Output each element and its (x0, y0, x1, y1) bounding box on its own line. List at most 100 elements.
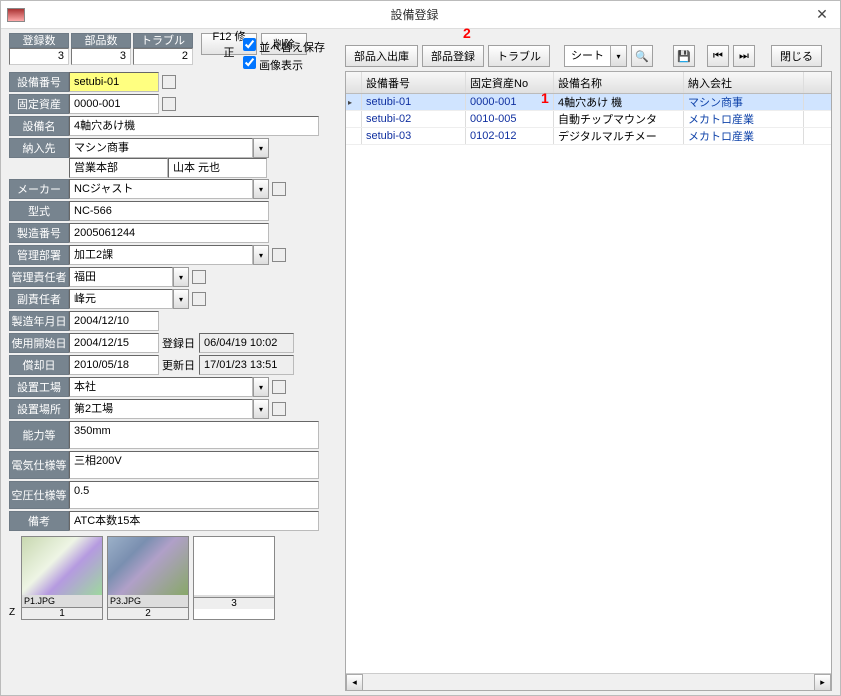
main-window: 設備登録 ✕ 1 2 登録数3 部品数3 トラブル2 F12 修正 削除 並べ替… (0, 0, 841, 696)
maker-input[interactable]: NCジャスト (69, 179, 253, 199)
window-title: 設備登録 (25, 6, 804, 23)
mgmt-dept-btn[interactable] (272, 248, 286, 262)
stat-parts-label: 部品数 (71, 33, 131, 48)
titlebar: 設備登録 ✕ (1, 1, 840, 29)
model-label: 型式 (9, 201, 69, 221)
equip-name-input[interactable]: 4軸穴あけ機 (69, 116, 319, 136)
elec-input[interactable]: 三相200V (69, 451, 319, 479)
thumb-3[interactable]: 3 (193, 536, 275, 620)
chevron-down-icon[interactable]: ▾ (610, 46, 626, 66)
grid-row-selector-header[interactable] (346, 72, 362, 93)
capacity-label: 能力等 (9, 421, 69, 449)
equip-name-label: 設備名 (9, 116, 69, 136)
asset-no-label: 固定資産No (9, 94, 69, 114)
capacity-input[interactable]: 350mm (69, 421, 319, 449)
parts-io-button[interactable]: 部品入出庫 (345, 45, 418, 67)
dest-input[interactable]: マシン商事 (69, 138, 253, 158)
table-row[interactable]: setubi-010000-0014軸穴あけ 機マシン商事 (346, 94, 831, 111)
sort-save-checkbox[interactable]: 並べ替え保存 (243, 38, 325, 56)
equip-no-btn[interactable] (162, 75, 176, 89)
left-panel: 登録数3 部品数3 トラブル2 F12 修正 削除 並べ替え保存 画像表示 設備… (1, 29, 345, 695)
mgmt-dept-dropdown-icon[interactable]: ▾ (253, 245, 269, 265)
asset-no-btn[interactable] (162, 97, 176, 111)
table-row[interactable]: setubi-030102-012デジタルマルチメーメカトロ産業 (346, 128, 831, 145)
loc-input[interactable]: 第2工場 (69, 399, 253, 419)
regdate-value: 06/04/19 10:02 (199, 333, 294, 353)
person-input[interactable]: 山本 元也 (168, 158, 267, 178)
model-input[interactable]: NC-566 (69, 201, 269, 221)
loc-label: 設置場所 (9, 399, 69, 419)
equip-no-label: 設備番号 (9, 72, 69, 92)
save-icon[interactable]: 💾 (673, 45, 695, 67)
mfgno-input[interactable]: 2005061244 (69, 223, 269, 243)
marker-1: 1 (541, 90, 549, 106)
grid-body: setubi-010000-0014軸穴あけ 機マシン商事 setubi-020… (346, 94, 831, 673)
mgmt-dept-label: 管理部署 (9, 245, 69, 265)
remarks-label: 備考 (9, 511, 69, 531)
right-panel: 部品入出庫 部品登録 トラブル シート▾ 🔍 💾 ⏮ ⏭ 閉じる (345, 29, 840, 695)
plant-dropdown-icon[interactable]: ▾ (253, 377, 269, 397)
maker-label: メーカー (9, 179, 69, 199)
grid-header-equipno[interactable]: 設備番号 (362, 72, 466, 93)
mgr-dropdown-icon[interactable]: ▾ (173, 267, 189, 287)
stat-parts-value: 3 (71, 48, 131, 65)
parts-reg-button[interactable]: 部品登録 (422, 45, 484, 67)
plant-label: 設置工場 (9, 377, 69, 397)
usestart-label: 使用開始日 (9, 333, 69, 353)
scroll-left-icon[interactable]: ◂ (346, 674, 363, 691)
upddate-value: 17/01/23 13:51 (199, 355, 294, 375)
stat-count-value: 3 (9, 48, 69, 65)
equip-no-input[interactable]: setubi-01 (69, 72, 159, 92)
asset-no-input[interactable]: 0000-001 (69, 94, 159, 114)
data-grid: 設備番号 固定資産No 設備名称 納入会社 setubi-010000-0014… (345, 71, 832, 691)
mgr-btn[interactable] (192, 270, 206, 284)
sheet-dropdown[interactable]: シート▾ (564, 45, 627, 67)
close-button[interactable]: 閉じる (771, 45, 822, 67)
dest-label: 納入先 (9, 138, 69, 158)
table-row[interactable]: setubi-020010-005自動チップマウンタメカトロ産業 (346, 111, 831, 128)
stat-trouble-value: 2 (133, 48, 193, 65)
upddate-label: 更新日 (159, 357, 199, 373)
app-icon (7, 8, 25, 22)
stat-count-label: 登録数 (9, 33, 69, 48)
loc-dropdown-icon[interactable]: ▾ (253, 399, 269, 419)
submgr-label: 副責任者 (9, 289, 69, 309)
thumbnail-strip: P1.JPG1 P3.JPG2 3 (21, 536, 275, 620)
usestart-input[interactable]: 2004/12/15 (69, 333, 159, 353)
stat-trouble-label: トラブル (133, 33, 193, 48)
submgr-dropdown-icon[interactable]: ▾ (173, 289, 189, 309)
elec-label: 電気仕様等 (9, 451, 69, 479)
thumb-2[interactable]: P3.JPG2 (107, 536, 189, 620)
thumb-1[interactable]: P1.JPG1 (21, 536, 103, 620)
dept-input[interactable]: 営業本部 (69, 158, 168, 178)
air-input[interactable]: 0.5 (69, 481, 319, 509)
horizontal-scrollbar[interactable]: ◂ ▸ (346, 673, 831, 690)
grid-header: 設備番号 固定資産No 設備名称 納入会社 (346, 72, 831, 94)
mgmt-dept-input[interactable]: 加工2課 (69, 245, 253, 265)
remarks-input[interactable]: ATC本数15本 (69, 511, 319, 531)
maker-dropdown-icon[interactable]: ▾ (253, 179, 269, 199)
maker-btn[interactable] (272, 182, 286, 196)
mgr-label: 管理責任者 (9, 267, 69, 287)
dest-dropdown-icon[interactable]: ▾ (253, 138, 269, 158)
last-record-icon[interactable]: ⏭ (733, 45, 755, 67)
grid-header-vendor[interactable]: 納入会社 (684, 72, 804, 93)
print-icon[interactable]: 🔍 (631, 45, 653, 67)
mfgdate-input[interactable]: 2004/12/10 (69, 311, 159, 331)
mfgdate-label: 製造年月日 (9, 311, 69, 331)
submgr-btn[interactable] (192, 292, 206, 306)
grid-header-equipname[interactable]: 設備名称 (554, 72, 684, 93)
scroll-right-icon[interactable]: ▸ (814, 674, 831, 691)
plant-btn[interactable] (272, 380, 286, 394)
depdate-input[interactable]: 2010/05/18 (69, 355, 159, 375)
first-record-icon[interactable]: ⏮ (707, 45, 729, 67)
close-icon[interactable]: ✕ (804, 3, 840, 27)
plant-input[interactable]: 本社 (69, 377, 253, 397)
submgr-input[interactable]: 峰元 (69, 289, 173, 309)
mgr-input[interactable]: 福田 (69, 267, 173, 287)
regdate-label: 登録日 (159, 335, 199, 351)
loc-btn[interactable] (272, 402, 286, 416)
mfgno-label: 製造番号 (9, 223, 69, 243)
trouble-button[interactable]: トラブル (488, 45, 550, 67)
marker-2: 2 (463, 25, 471, 41)
